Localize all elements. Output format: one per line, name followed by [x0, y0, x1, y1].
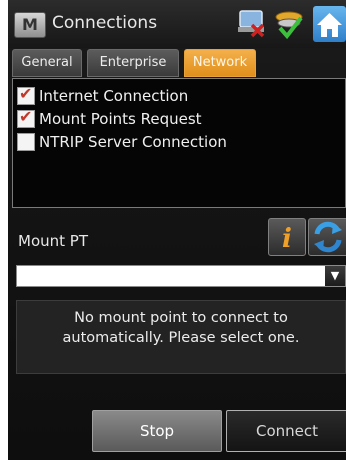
window-title: Connections — [52, 13, 158, 33]
option-label: NTRIP Server Connection — [39, 133, 227, 151]
ntrip-server-connection-checkbox[interactable] — [17, 133, 35, 151]
mount-pt-label: Mount PT — [18, 232, 88, 250]
option-internet-connection[interactable]: Internet Connection — [17, 84, 189, 107]
option-ntrip-server-connection[interactable]: NTRIP Server Connection — [17, 131, 227, 153]
option-mount-points-request[interactable]: Mount Points Request — [17, 107, 202, 130]
stop-button[interactable]: Stop — [92, 410, 222, 452]
status-message-panel: No mount point to connect to automatical… — [16, 300, 346, 374]
mount-point-dropdown[interactable]: ▼ — [16, 265, 346, 287]
connection-options-list: Internet Connection Mount Points Request… — [12, 78, 346, 208]
mount-points-request-checkbox[interactable] — [17, 107, 35, 128]
svg-text:i: i — [282, 224, 292, 254]
tab-bar: General Enterprise Network — [8, 49, 346, 77]
app-menu-icon[interactable]: M — [14, 12, 46, 38]
device-status-icon[interactable] — [236, 8, 266, 40]
tab-network[interactable]: Network — [184, 49, 256, 77]
status-message: No mount point to connect to automatical… — [62, 310, 300, 346]
tab-enterprise[interactable]: Enterprise — [87, 49, 179, 77]
connect-button[interactable]: Connect — [226, 410, 346, 452]
info-button[interactable]: i — [268, 218, 306, 256]
chevron-down-icon[interactable]: ▼ — [325, 266, 345, 286]
refresh-icon[interactable] — [308, 218, 346, 256]
tab-general[interactable]: General — [12, 49, 82, 77]
title-bar: M Connections — [8, 0, 346, 48]
option-label: Internet Connection — [39, 87, 189, 105]
home-icon[interactable] — [313, 6, 346, 42]
connections-screen: M Connections General Enterprise Network… — [8, 0, 346, 460]
satellite-icon[interactable] — [274, 8, 304, 40]
option-label: Mount Points Request — [39, 110, 202, 128]
internet-connection-checkbox[interactable] — [17, 84, 35, 105]
